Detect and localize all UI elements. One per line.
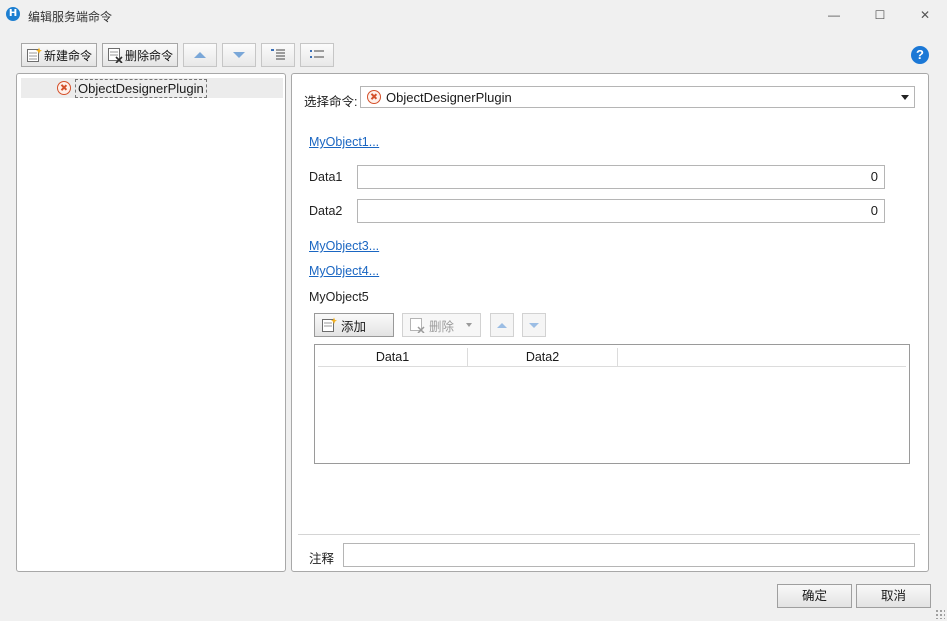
error-circle-icon [57,81,71,95]
arrow-up-icon [194,52,206,58]
data1-label: Data1 [309,170,343,184]
dropdown-caret-icon [901,95,909,100]
divider [298,534,920,535]
data1-input[interactable]: 0 [357,165,885,189]
delete-button[interactable]: 删除 [402,313,481,337]
new-command-button[interactable]: 新建命令 [21,43,97,67]
add-document-icon [322,317,337,332]
window-title: 编辑服务端命令 [28,10,113,24]
grid-column-header[interactable]: Data2 [468,348,618,367]
cancel-button[interactable]: 取消 [856,584,931,608]
row-move-up-button[interactable] [490,313,514,337]
tree-item-label: ObjectDesignerPlugin [75,79,207,98]
delete-document-icon [107,47,123,64]
select-command-label: 选择命令: [304,95,358,109]
delete-command-button[interactable]: 删除命令 [102,43,178,67]
error-circle-icon [367,90,381,104]
myobject4-link[interactable]: MyObject4... [309,264,379,278]
row-move-down-button[interactable] [522,313,546,337]
help-icon[interactable]: ? [911,46,929,64]
add-button[interactable]: 添加 [314,313,394,337]
new-command-label: 新建命令 [44,48,93,63]
dropdown-caret-icon [466,323,473,327]
maximize-button[interactable]: ☐ [857,0,903,30]
grid-header: Data1 Data2 [318,348,906,367]
collapse-all-button[interactable] [300,43,334,67]
add-label: 添加 [341,319,367,334]
myobject1-link[interactable]: MyObject1... [309,135,379,149]
data2-label: Data2 [309,204,343,218]
data2-input[interactable]: 0 [357,199,885,223]
tree-expand-icon [271,49,285,60]
command-tree-panel: ObjectDesignerPlugin [16,73,286,572]
close-button[interactable]: ✕ [902,0,947,30]
arrow-down-icon [529,322,539,328]
command-editor-panel: 选择命令: ObjectDesignerPlugin MyObject1... … [291,73,929,572]
command-select[interactable]: ObjectDesignerPlugin [360,86,915,108]
app-logo-icon: H [6,7,20,21]
delete-command-label: 删除命令 [125,48,174,63]
minimize-button[interactable]: — [811,0,857,30]
expand-all-button[interactable] [261,43,295,67]
myobject5-grid[interactable]: Data1 Data2 [314,344,910,464]
grid-column-header[interactable]: Data1 [318,348,468,367]
note-label: 注释 [309,552,335,566]
list-icon [310,50,324,58]
resize-grip[interactable] [935,609,945,619]
note-input[interactable] [343,543,915,567]
new-document-icon [26,47,42,63]
delete-label: 删除 [429,319,455,334]
arrow-up-icon [497,322,507,328]
move-up-button[interactable] [183,43,217,67]
title-bar: H 编辑服务端命令 — ☐ ✕ [0,0,947,30]
myobject5-label: MyObject5 [309,290,369,304]
ok-button[interactable]: 确定 [777,584,852,608]
move-down-button[interactable] [222,43,256,67]
tree-item[interactable]: ObjectDesignerPlugin [21,78,283,98]
command-select-value: ObjectDesignerPlugin [386,90,512,105]
arrow-down-icon [233,52,245,58]
myobject3-link[interactable]: MyObject3... [309,239,379,253]
delete-document-icon [410,318,425,333]
